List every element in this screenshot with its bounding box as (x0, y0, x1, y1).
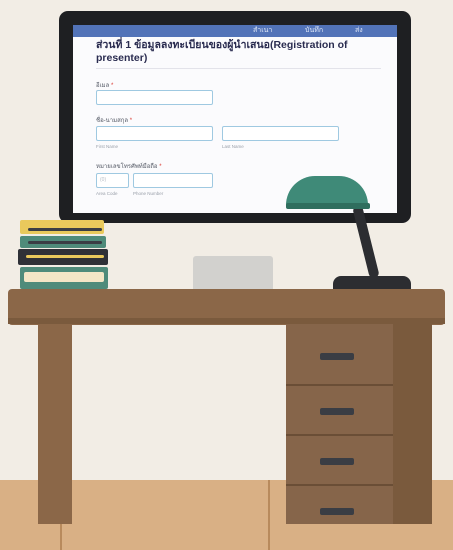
drawer-divider (286, 384, 393, 386)
first-name-input[interactable] (96, 126, 213, 141)
email-input[interactable] (96, 90, 213, 105)
desk-lamp-rim (286, 203, 370, 209)
drawer-handle[interactable] (320, 408, 354, 415)
topnav-item-save[interactable]: บันทึก (305, 25, 323, 37)
form-section-title: ส่วนที่ 1 ข้อมูลลงทะเบียนของผู้นำเสนอ(Re… (96, 39, 348, 64)
book-pages (24, 272, 104, 282)
title-divider (96, 68, 381, 69)
form-top-bar (73, 25, 397, 37)
book-stripe (26, 255, 104, 258)
topnav-item-copy[interactable]: สำเนา (253, 25, 272, 37)
desk-cabinet-side (393, 324, 432, 524)
desk-lamp-base (333, 276, 411, 290)
drawer-handle[interactable] (320, 508, 354, 515)
required-marker: * (159, 164, 162, 170)
last-name-input[interactable] (222, 126, 339, 141)
drawer-handle[interactable] (320, 458, 354, 465)
phone-number-input[interactable] (133, 173, 213, 188)
first-name-sublabel: First Name (96, 144, 119, 149)
book-yellow (20, 220, 104, 234)
last-name-sublabel: Last Name (222, 144, 244, 149)
topnav-item-send[interactable]: ส่ง (355, 25, 363, 37)
phone-label: หมายเลขโทรศัพท์มือถือ * (96, 164, 162, 170)
area-code-input[interactable]: (0) (96, 173, 129, 188)
floor-board-line (268, 480, 270, 550)
required-marker: * (129, 118, 133, 124)
drawer-divider (286, 484, 393, 486)
monitor-stand (193, 256, 273, 290)
phone-number-sublabel: Phone Number (133, 191, 164, 196)
fullname-label: ชื่อ-นามสกุล * (96, 118, 133, 124)
area-code-sublabel: Area Code (96, 191, 118, 196)
book-stripe (28, 241, 102, 244)
book-stripe (28, 228, 102, 231)
required-marker: * (110, 83, 114, 89)
desk-leg (38, 324, 72, 524)
drawer-divider (286, 434, 393, 436)
drawer-handle[interactable] (320, 353, 354, 360)
email-label: อีเมล * (96, 83, 114, 89)
